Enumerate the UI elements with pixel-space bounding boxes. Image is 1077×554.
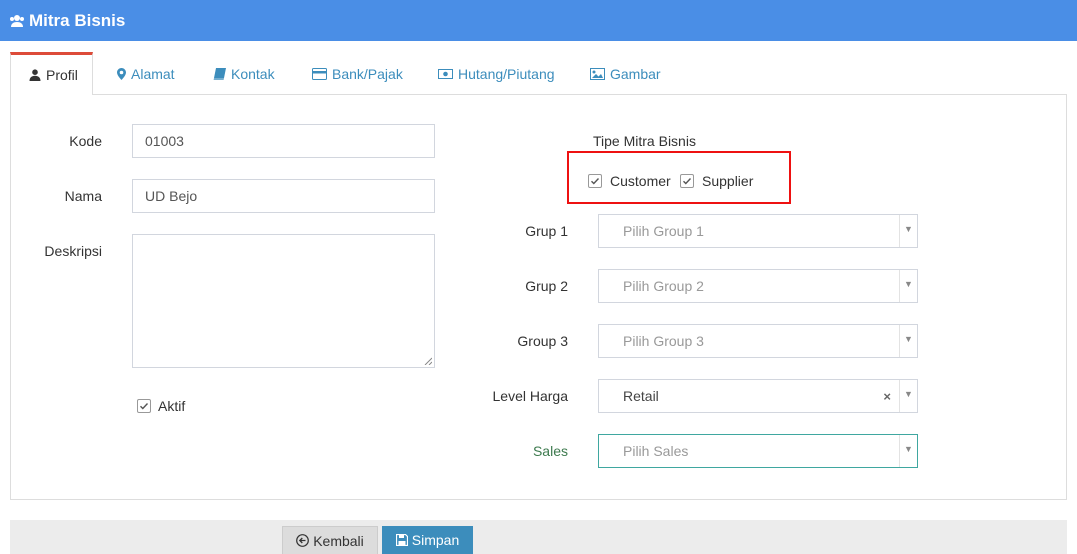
checkmark-icon — [140, 403, 149, 410]
nama-field[interactable]: UD Bejo — [132, 179, 435, 213]
group3-select[interactable]: Pilih Group 3 ▼ — [598, 324, 918, 358]
chevron-down-icon[interactable]: ▼ — [899, 380, 917, 412]
sales-label: Sales — [532, 443, 568, 459]
kode-field[interactable]: 01003 — [132, 124, 435, 158]
aktif-checkbox[interactable] — [137, 399, 151, 413]
grup1-select[interactable]: Pilih Group 1 ▼ — [598, 214, 918, 248]
tab-label: Kontak — [231, 65, 275, 82]
aktif-checkbox-row[interactable]: Aktif — [137, 398, 185, 414]
simpan-label: Simpan — [411, 532, 460, 548]
sales-select[interactable]: Pilih Sales ▼ — [598, 434, 918, 468]
chevron-down-icon[interactable]: ▼ — [899, 215, 917, 247]
deskripsi-label: Deskripsi — [44, 243, 102, 259]
kembali-label: Kembali — [313, 532, 364, 549]
chevron-down-icon[interactable]: ▼ — [899, 435, 917, 467]
group3-placeholder: Pilih Group 3 — [623, 333, 704, 349]
tab-gambar[interactable]: Gambar — [590, 52, 661, 95]
grup1-label: Grup 1 — [525, 223, 568, 239]
grup2-placeholder: Pilih Group 2 — [623, 278, 704, 294]
grup2-select[interactable]: Pilih Group 2 ▼ — [598, 269, 918, 303]
kode-label: Kode — [69, 133, 102, 149]
tab-profil[interactable]: Profil — [10, 52, 93, 96]
aktif-label: Aktif — [158, 398, 186, 414]
nama-label: Nama — [64, 188, 102, 204]
sales-placeholder: Pilih Sales — [623, 443, 689, 459]
resize-grip-icon[interactable] — [424, 357, 432, 365]
tipe-mitra-label: Tipe Mitra Bisnis — [593, 133, 696, 149]
clear-icon[interactable]: × — [883, 389, 891, 404]
arrow-circle-left-icon — [296, 534, 310, 547]
tab-label: Bank/Pajak — [332, 65, 403, 82]
users-icon — [10, 14, 24, 27]
tab-label: Alamat — [131, 65, 175, 82]
simpan-button[interactable]: Simpan — [382, 526, 473, 554]
money-icon — [438, 68, 453, 79]
highlight-box — [567, 151, 791, 204]
tab-bar: Profil Alamat Kontak Bank/Pajak Hutang/P… — [10, 52, 1067, 96]
window-title-bar: Mitra Bisnis — [0, 0, 1077, 41]
user-icon — [29, 69, 41, 81]
credit-card-icon — [312, 67, 327, 80]
tab-label: Gambar — [610, 65, 661, 82]
chevron-down-icon[interactable]: ▼ — [899, 325, 917, 357]
level-harga-label: Level Harga — [492, 388, 569, 404]
map-marker-icon — [117, 67, 126, 80]
kembali-button[interactable]: Kembali — [282, 526, 378, 554]
tab-label: Hutang/Piutang — [458, 65, 555, 82]
grup1-placeholder: Pilih Group 1 — [623, 223, 704, 239]
book-icon — [213, 67, 226, 80]
level-harga-value: Retail — [623, 388, 659, 404]
save-icon — [395, 534, 408, 546]
tab-kontak[interactable]: Kontak — [213, 52, 275, 95]
level-harga-select[interactable]: Retail × ▼ — [598, 379, 918, 413]
tab-hutang-piutang[interactable]: Hutang/Piutang — [438, 52, 555, 95]
page-title: Mitra Bisnis — [29, 10, 126, 30]
tab-bank-pajak[interactable]: Bank/Pajak — [312, 52, 403, 95]
chevron-down-icon[interactable]: ▼ — [899, 270, 917, 302]
form-footer — [10, 520, 1067, 554]
grup2-label: Grup 2 — [525, 278, 568, 294]
tab-alamat[interactable]: Alamat — [117, 52, 175, 95]
tab-label: Profil — [46, 67, 78, 83]
deskripsi-textarea[interactable] — [132, 234, 435, 368]
image-icon — [590, 67, 605, 80]
group3-label: Group 3 — [517, 333, 568, 349]
